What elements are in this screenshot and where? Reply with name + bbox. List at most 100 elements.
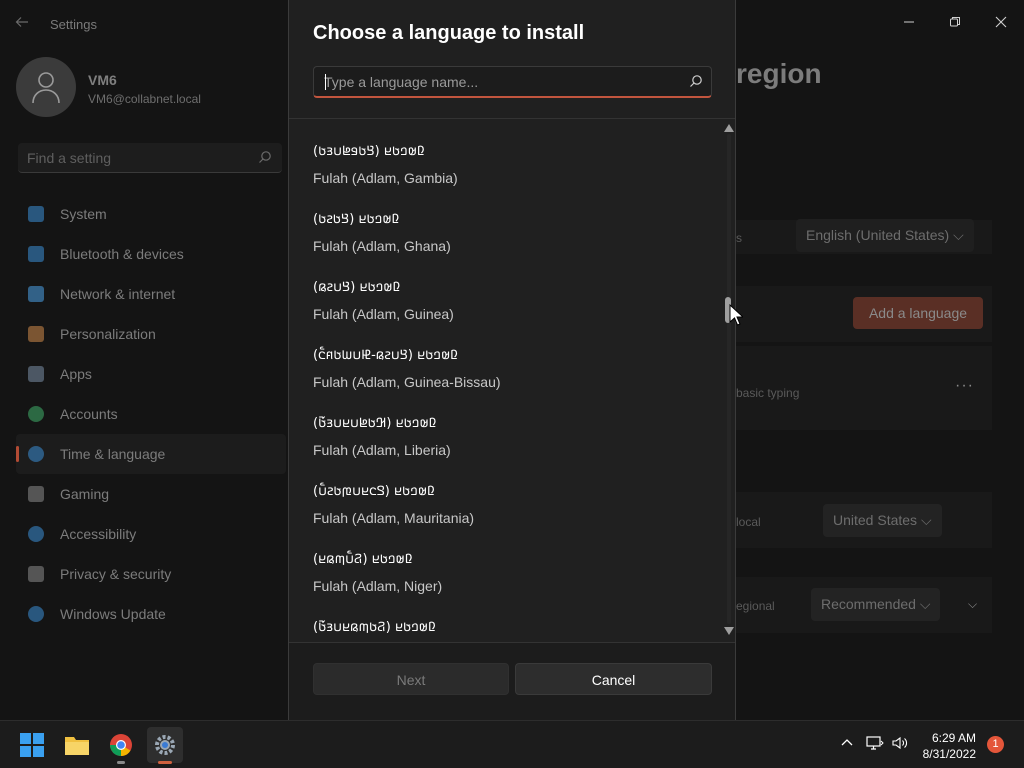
language-search-input[interactable]	[314, 67, 674, 97]
language-native-name: (𞤐𞤢𞤶𞤫𞤪𞤭𞤴𞤢𞥄) 𞤆𞤵𞤤𞤢𞤪	[313, 620, 436, 635]
chrome-button[interactable]	[103, 727, 139, 764]
sidebar-nav: System Bluetooth & devices Network & inter…	[16, 194, 286, 634]
search-icon	[259, 151, 271, 163]
chevron-up-icon[interactable]	[840, 735, 854, 749]
sidebar-item-accounts[interactable]: Accounts	[16, 394, 286, 434]
sidebar-item-personalization[interactable]: Personalization	[16, 314, 286, 354]
running-indicator	[117, 761, 125, 764]
cancel-button[interactable]: Cancel	[515, 663, 712, 695]
language-list-item[interactable]: (𞤘𞤭𞤲𞤫) 𞤆𞤵𞤤𞤢𞤪 Fulah (Adlam, Guinea)	[313, 264, 703, 332]
chrome-icon	[110, 734, 132, 756]
add-language-button[interactable]: Add a language	[853, 297, 983, 329]
close-button[interactable]	[978, 6, 1024, 38]
file-explorer-button[interactable]	[59, 727, 95, 763]
language-list-item[interactable]: (𞤂𞤢𞤦𞤭𞤪𞤭𞤴𞤢𞥄) 𞤆𞤵𞤤𞤢𞤪 Fulah (Adlam, Liberia)	[313, 400, 703, 468]
language-english-name: Fulah (Adlam, Guinea-Bissau)	[313, 374, 501, 390]
language-list-item[interactable]: (𞤃𞤮𞤪𞤭𞤼𞤢𞤲𞤭𞥅) 𞤆𞤵𞤤𞤢𞤪 Fulah (Adlam, Mauritani…	[313, 468, 703, 536]
sidebar-item-label: Personalization	[60, 326, 156, 342]
volume-icon[interactable]	[891, 735, 909, 751]
scrollbar-track[interactable]	[727, 134, 731, 624]
accessibility-icon	[28, 526, 44, 542]
shield-icon	[28, 566, 44, 582]
language-list-item[interactable]: (𞤐𞤭𞥅𞤶𞤫𞤪) 𞤆𞤵𞤤𞤢𞤪 Fulah (Adlam, Niger)	[313, 536, 703, 604]
divider	[289, 118, 735, 119]
sidebar-item-system[interactable]: System	[16, 194, 286, 234]
sidebar-item-privacy-security[interactable]: Privacy & security	[16, 554, 286, 594]
sidebar-item-apps[interactable]: Apps	[16, 354, 286, 394]
monitor-icon	[28, 206, 44, 222]
sidebar-item-gaming[interactable]: Gaming	[16, 474, 286, 514]
language-search-box[interactable]	[313, 66, 712, 98]
language-native-name: (𞤘𞤢𞤥𞤦𞤭𞤴𞤢) 𞤆𞤵𞤤𞤢𞤪	[313, 144, 425, 159]
sidebar-item-label: Accessibility	[60, 526, 137, 542]
sidebar-item-label: Accounts	[60, 406, 118, 422]
more-options-icon[interactable]: ···	[955, 377, 974, 395]
sidebar-item-label: Network & internet	[60, 286, 176, 302]
language-list-item[interactable]: (𞤘𞤢𞤥𞤦𞤭𞤴𞤢) 𞤆𞤵𞤤𞤢𞤪 Fulah (Adlam, Gambia)	[313, 128, 703, 196]
settings-taskbar-button[interactable]	[147, 727, 183, 764]
mouse-cursor-icon	[729, 304, 743, 326]
next-button[interactable]: Next	[313, 663, 509, 695]
start-button[interactable]	[14, 727, 50, 763]
sidebar-item-network-internet[interactable]: Network & internet	[16, 274, 286, 314]
display-language-label: s	[736, 231, 742, 245]
network-icon[interactable]	[866, 735, 884, 751]
system-clock[interactable]: 6:29 AM 8/31/2022	[912, 730, 976, 762]
bluetooth-icon	[28, 246, 44, 262]
language-list-item[interactable]: (𞤘𞤭𞤲𞤫-𞤄𞤭𞤧𞤢𞤱𞤮𞥅) 𞤆𞤵𞤤𞤢𞤪 Fulah (Adlam, Guinea…	[313, 332, 703, 400]
apps-icon	[28, 366, 44, 382]
profile-email: VM6@collabnet.local	[88, 92, 201, 106]
avatar[interactable]	[16, 57, 76, 117]
country-dropdown[interactable]: United States ⌵	[823, 504, 942, 537]
find-setting-input[interactable]: Find a setting	[18, 143, 282, 173]
display-language-value: English (United States)	[806, 227, 950, 243]
language-list[interactable]: (𞤘𞤢𞤥𞤦𞤭𞤴𞤢) 𞤆𞤵𞤤𞤢𞤪 Fulah (Adlam, Gambia) (𞤘𞤢𞤲…	[289, 120, 719, 641]
sidebar-item-label: Gaming	[60, 486, 110, 502]
language-english-name: Fulah (Adlam, Ghana)	[313, 238, 451, 254]
regional-format-dropdown[interactable]: Recommended ⌵	[811, 588, 941, 621]
sidebar-item-label: Time & language	[60, 446, 166, 462]
wifi-icon	[28, 286, 44, 302]
sidebar-item-time-language[interactable]: Time & language	[16, 434, 286, 474]
globe-clock-icon	[28, 446, 44, 462]
language-english-name: Fulah (Adlam, Mauritania)	[313, 510, 475, 526]
file-explorer-icon	[65, 737, 89, 755]
dialog-title: Choose a language to install	[313, 22, 585, 44]
find-setting-placeholder: Find a setting	[27, 150, 112, 166]
dialog-footer: Next Cancel	[289, 642, 735, 720]
scroll-up-arrow-icon[interactable]	[723, 123, 735, 133]
restore-button[interactable]	[932, 6, 978, 38]
display-language-dropdown[interactable]: English (United States) ⌵	[796, 219, 974, 252]
notification-badge[interactable]: 1	[987, 736, 1004, 753]
country-label: local	[736, 515, 761, 529]
basic-typing-text: basic typing	[736, 386, 800, 400]
country-value: United States	[833, 512, 918, 528]
language-native-name: (𞤘𞤢𞤲𞤢) 𞤆𞤵𞤤𞤢𞤪	[313, 212, 400, 227]
brush-icon	[28, 326, 44, 342]
language-native-name: (𞤂𞤢𞤦𞤭𞤪𞤭𞤴𞤢𞥄) 𞤆𞤵𞤤𞤢𞤪	[313, 416, 437, 431]
language-native-name: (𞤃𞤮𞤪𞤭𞤼𞤢𞤲𞤭𞥅) 𞤆𞤵𞤤𞤢𞤪	[313, 484, 435, 499]
active-indicator	[158, 761, 172, 764]
language-native-name: (𞤘𞤭𞤲𞤫-𞤄𞤭𞤧𞤢𞤱𞤮𞥅) 𞤆𞤵𞤤𞤢𞤪	[313, 348, 459, 363]
regional-format-value: Recommended	[821, 596, 916, 612]
text-caret	[325, 74, 326, 90]
clock-time: 6:29 AM	[931, 731, 976, 745]
start-icon	[20, 733, 44, 757]
sidebar-item-label: Apps	[60, 366, 92, 382]
language-list-item[interactable]: (𞤘𞤢𞤲𞤢) 𞤆𞤵𞤤𞤢𞤪 Fulah (Adlam, Ghana)	[313, 196, 703, 264]
sidebar-item-windows-update[interactable]: Windows Update	[16, 594, 286, 634]
language-list-item[interactable]: (𞤐𞤢𞤶𞤫𞤪𞤭𞤴𞤢𞥄) 𞤆𞤵𞤤𞤢𞤪Fulah (Adlam, Nigeria)	[313, 604, 703, 641]
back-arrow-icon[interactable]	[14, 14, 32, 32]
sidebar-item-bluetooth-devices[interactable]: Bluetooth & devices	[16, 234, 286, 274]
scroll-down-arrow-icon[interactable]	[723, 626, 735, 636]
sidebar-item-label: Privacy & security	[60, 566, 172, 582]
sidebar-item-label: Bluetooth & devices	[60, 246, 184, 262]
minimize-button[interactable]	[886, 6, 932, 38]
chevron-down-icon[interactable]: ⌵	[968, 597, 977, 612]
update-icon	[28, 606, 44, 622]
app-title: Settings	[50, 17, 97, 32]
language-english-name: Fulah (Adlam, Guinea)	[313, 306, 454, 322]
sidebar-item-accessibility[interactable]: Accessibility	[16, 514, 286, 554]
search-icon[interactable]	[689, 74, 703, 88]
gamepad-icon	[28, 486, 44, 502]
